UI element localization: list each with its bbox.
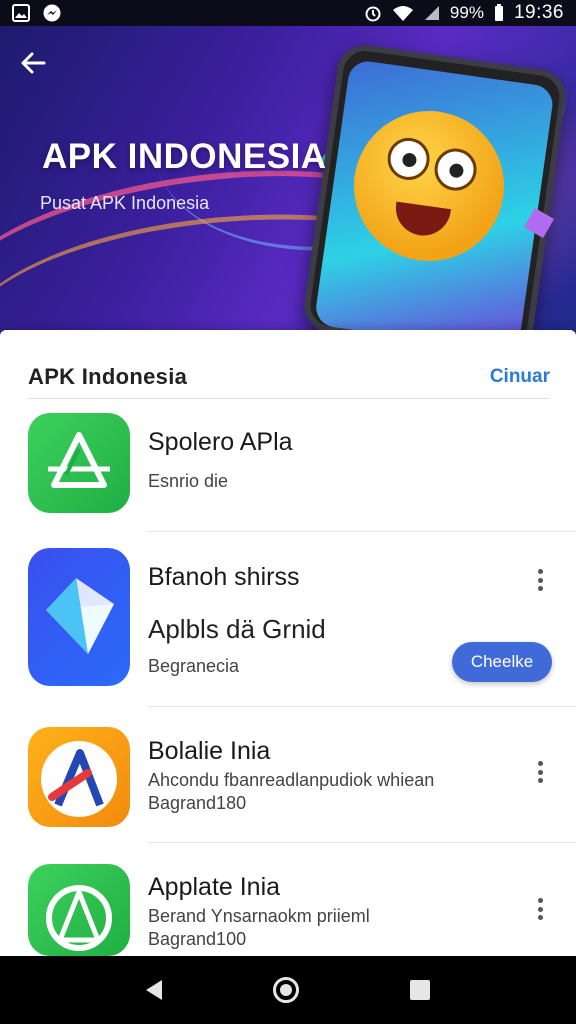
app-icon[interactable] [28,864,130,956]
status-bar: 99% 19:36 [0,0,576,26]
app-description: Begranecia [148,656,240,676]
green-a-icon [46,885,112,951]
gallery-icon [12,4,30,22]
app-name[interactable]: Spolero APla [148,428,293,457]
more-options-icon[interactable] [528,894,552,924]
action-button[interactable]: Cheelke [452,642,552,682]
app-icon[interactable] [28,413,130,513]
mascot-mouth [392,201,451,240]
hero-title: APK INDONESIA [42,137,327,176]
status-time: 19:36 [513,2,564,23]
app-description: Ahcondu fbanreadlanpudiok whiean [148,770,435,790]
messenger-icon [43,4,61,22]
more-options-icon[interactable] [528,757,552,787]
wifi-icon [392,6,413,21]
hero-subtitle: Pusat APK Indonesia [40,193,210,213]
system-nav-bar [0,956,576,1024]
mascot-illustration [344,101,514,271]
section-title: APK Indonesia [28,364,188,389]
mascot-eye [384,135,433,183]
app-icon[interactable] [28,548,130,686]
alarm-icon [365,6,381,22]
battery-percentage: 99% [449,3,484,22]
phone-screen [313,58,555,353]
app-name[interactable]: Bfanoh shirss [148,563,299,592]
mascot-eye [431,145,480,194]
divider [148,706,576,707]
back-arrow-icon[interactable] [20,50,56,86]
section-action-link[interactable]: Cinuar [490,366,550,388]
app-name[interactable]: Bolalie Inia [148,737,270,766]
app-tagline: Aplbls dä Grnid [148,614,326,644]
orange-a-icon [41,741,117,817]
app-icon[interactable] [28,727,130,827]
app-name[interactable]: Applate Inia [148,873,280,902]
nav-back-icon[interactable] [145,980,162,1000]
divider [28,398,550,399]
phone-illustration [300,41,570,361]
app-meta: Bagrand100 [148,929,247,949]
app-description: Esnrio die [148,471,229,491]
divider [148,842,576,843]
divider [148,531,576,532]
nav-recents-icon[interactable] [410,980,431,1000]
section-header: APK Indonesia Cinuar [28,355,550,399]
signal-icon [424,6,439,20]
app-description: Berand Ynsarnaokm priieml [148,906,370,926]
app-meta: Bagrand180 [148,793,247,813]
green-a-icon [48,432,110,488]
blue-play-icon [46,578,114,654]
nav-home-icon[interactable] [272,977,299,1003]
battery-icon [494,4,503,21]
more-options-icon[interactable] [528,565,552,595]
